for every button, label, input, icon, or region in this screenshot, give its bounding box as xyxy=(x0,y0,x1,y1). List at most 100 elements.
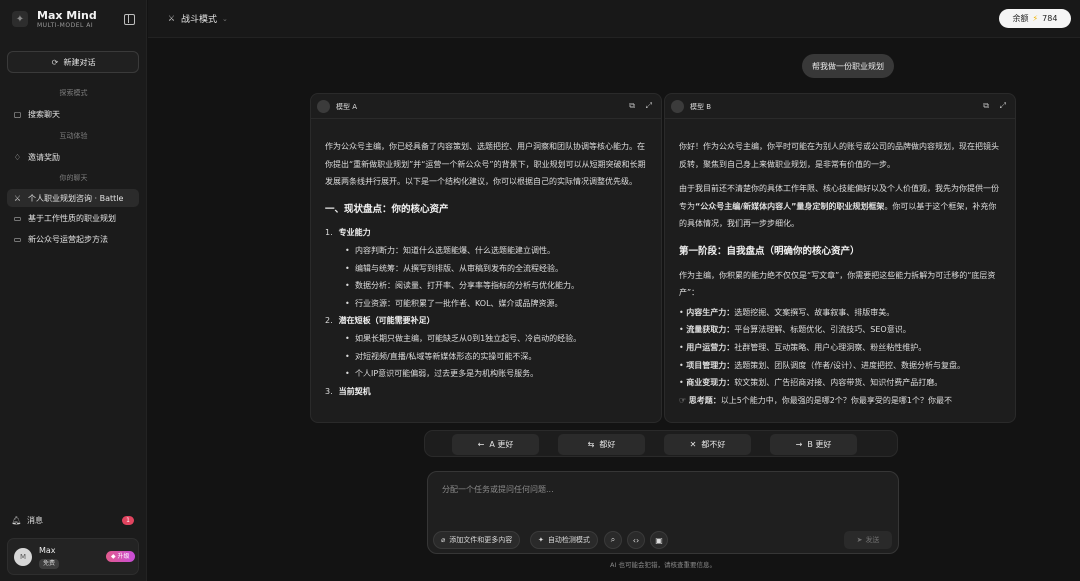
section-chats: 你的聊天 xyxy=(59,174,88,182)
bullet-item: • 项目管理力：选题策划、团队调度（作者/设计）、进度把控、数据分析与复盘。 xyxy=(679,360,965,370)
bullet-value: 选题策划、团队调度（作者/设计）、进度把控、数据分析与复盘。 xyxy=(734,360,965,370)
pointing-hand-icon: ☞ xyxy=(679,395,687,405)
sidebar-item-search-chat[interactable]: ▢ 搜索聊天 xyxy=(7,105,139,123)
vote-both-bad-button[interactable]: ✕ 都不好 xyxy=(664,434,751,455)
item-number: 1. xyxy=(325,228,333,238)
section-heading: 第一阶段：自我盘点（明确你的核心资产） xyxy=(679,245,860,257)
section-explore: 探索模式 xyxy=(59,89,88,97)
item-number: 3. xyxy=(325,386,333,396)
numbered-item: 2. 潜在短板（可能需要补足） xyxy=(325,312,649,330)
vote-b-better-button[interactable]: → B 更好 xyxy=(770,434,857,455)
bullet-value: 社群管理、互动策略、用户心理洞察、粉丝粘性维护。 xyxy=(734,342,927,352)
upgrade-button[interactable]: ◆ 升级 xyxy=(106,551,135,562)
sidebar-chat-item[interactable]: ▭ 基于工作性质的职业规划 xyxy=(7,209,139,227)
think-item: ☞ 思考题：以上5个能力中，你最强的是哪2个？你最享受的是哪1个？你最不 xyxy=(679,392,1003,410)
bullet-key: 项目管理力： xyxy=(686,360,735,370)
new-chat-button[interactable]: ⟳ 新建对话 xyxy=(7,51,139,73)
item-title: 潜在短板（可能需要补足） xyxy=(338,316,435,326)
bullet-item: • 内容生产力：选题挖掘、文案撰写、故事叙事、排版审美。 xyxy=(679,307,895,317)
balance-value: 784 xyxy=(1042,14,1058,23)
bullet-key: 商业变现力： xyxy=(686,378,735,388)
upgrade-label: 升级 xyxy=(117,553,130,560)
panel-title: 模型 A xyxy=(336,103,358,111)
user-plan-badge: 免费 xyxy=(39,559,60,569)
item-title: 当前契机 xyxy=(338,386,371,396)
chat-icon: ▭ xyxy=(13,213,22,223)
vote-bar: ← A 更好 ⇆ 都好 ✕ 都不好 → B 更好 xyxy=(424,430,898,457)
send-button[interactable]: ➤ 发送 xyxy=(844,531,892,549)
item-title: 专业能力 xyxy=(338,228,371,238)
bullet-key: 内容生产力： xyxy=(686,307,735,317)
bullet-item: 行业资源：可能积累了一批作者、KOL、媒介或品牌资源。 xyxy=(325,295,649,313)
brand: ✦ Max Mind MULTI-MODEL AI xyxy=(12,9,97,29)
expand-icon[interactable]: ⤢ xyxy=(1000,101,1006,111)
paperclip-icon: ⌀ xyxy=(441,536,446,544)
chat-item-label: 个人职业规划咨询 · Battle xyxy=(28,193,124,203)
messages-button[interactable]: 🔔︎ 消息 1 xyxy=(11,515,134,526)
arrow-left-icon: ← xyxy=(477,440,485,449)
send-label: 发送 xyxy=(865,536,880,544)
panel-body: 你好！作为公众号主编，你平时可能在为别人的账号或公司的品牌做内容规划，现在把镜头… xyxy=(679,138,1003,409)
mode-label: 战斗模式 xyxy=(181,15,218,25)
vote-label: 都好 xyxy=(599,440,616,449)
section-heading: 一、现状盘点：你的核心资产 xyxy=(325,203,449,215)
bullet-value: 平台算法理解、标题优化、引流技巧、SEO意识。 xyxy=(734,325,911,335)
send-icon: ➤ xyxy=(856,536,863,544)
panel-title: 模型 B xyxy=(690,103,712,111)
bullet-key: 用户运营力： xyxy=(686,342,735,352)
bullet-item: 数据分析：阅读量、打开率、分享率等指标的分析与优化能力。 xyxy=(325,277,649,295)
paragraph: 作为主编，你积累的能力绝不仅仅是“写文章”，你需要把这些能力拆解为可迁移的“底层… xyxy=(679,270,996,298)
sidebar-item-invite[interactable]: ♢ 邀请奖励 xyxy=(7,148,139,166)
prompt-input[interactable]: 分配一个任务或提问任何问题... xyxy=(442,484,554,495)
copy-icon[interactable]: ⧉ xyxy=(629,101,635,111)
item-number: 2. xyxy=(325,316,333,326)
code-icon[interactable]: ‹› xyxy=(627,531,645,549)
bullet-key: 思考题： xyxy=(688,395,721,405)
sidebar-toggle-icon[interactable] xyxy=(124,14,135,25)
sparkle-icon: ✦ xyxy=(538,536,544,544)
chat-icon: ▭ xyxy=(13,234,22,244)
copy-icon[interactable]: ⧉ xyxy=(983,101,989,111)
sidebar: ✦ Max Mind MULTI-MODEL AI ⟳ 新建对话 探索模式 ▢ … xyxy=(0,0,147,581)
chat-item-label: 新公众号运营起步方法 xyxy=(28,234,108,244)
bullet-value: 以上5个能力中，你最强的是哪2个？你最享受的是哪1个？你最不 xyxy=(720,395,952,405)
sidebar-chat-item-active[interactable]: ⚔ 个人职业规划咨询 · Battle xyxy=(7,189,139,207)
disclaimer: AI 也可能会犯错，请核查重要信息。 xyxy=(610,561,716,569)
topbar: ⚔ 战斗模式 ⌄ 余额 ⚡ 784 xyxy=(148,0,1080,38)
model-avatar-icon xyxy=(317,100,330,113)
user-name: Max xyxy=(39,546,56,555)
balance-badge[interactable]: 余额 ⚡ 784 xyxy=(999,9,1071,28)
panel-header: 模型 A ⧉ ⤢ xyxy=(311,94,661,119)
new-chat-label: 新建对话 xyxy=(63,57,96,67)
bullet-item: 对短视频/直播/私域等新媒体形态的实操可能不深。 xyxy=(325,348,649,366)
vote-a-better-button[interactable]: ← A 更好 xyxy=(452,434,539,455)
messages-count-badge: 1 xyxy=(122,516,134,525)
model-avatar-icon xyxy=(671,100,684,113)
bullet-item: • 商业变现力：软文策划、广告招商对接、内容带货、知识付费产品打磨。 xyxy=(679,378,943,388)
paragraph: 由于我目前还不清楚你的具体工作年限、核心技能偏好以及个人价值观，我先为你提供一份… xyxy=(679,180,1003,233)
bullet-item: 如果长期只做主编，可能缺乏从0到1独立起号、冷启动的经验。 xyxy=(325,330,649,348)
user-message-bubble: 帮我做一份职业规划 xyxy=(802,54,894,78)
model-b-panel: 模型 B ⧉ ⤢ 你好！作为公众号主编，你平时可能在为别人的账号或公司的品牌做内… xyxy=(664,93,1016,423)
arrow-right-icon: → xyxy=(795,440,803,449)
search-icon[interactable]: ⌕ xyxy=(604,531,622,549)
user-card[interactable]: M Max 免费 ◆ 升级 xyxy=(7,538,139,575)
numbered-item: 3. 当前契机 xyxy=(325,383,649,401)
vote-both-good-button[interactable]: ⇆ 都好 xyxy=(558,434,645,455)
attach-button[interactable]: ⌀ 添加文件和更多内容 xyxy=(433,531,521,549)
auto-detect-button[interactable]: ✦ 自动检测模式 xyxy=(530,531,598,549)
bullet-value: 软文策划、广告招商对接、内容带货、知识付费产品打磨。 xyxy=(734,378,943,388)
vote-label: A 更好 xyxy=(489,440,514,449)
expand-icon[interactable]: ⤢ xyxy=(646,101,652,111)
vote-label: 都不好 xyxy=(701,440,726,449)
paragraph: 作为公众号主编，你已经具备了内容策划、选题把控、用户洞察和团队协调等核心能力。在… xyxy=(325,142,646,187)
panel-body: 作为公众号主编，你已经具备了内容策划、选题把控、用户洞察和团队协调等核心能力。在… xyxy=(325,138,649,400)
gift-icon: ♢ xyxy=(13,152,22,162)
bell-icon: 🔔︎ xyxy=(11,516,22,525)
mode-selector[interactable]: ⚔ 战斗模式 ⌄ xyxy=(167,12,228,25)
brand-name: Max Mind xyxy=(37,9,97,22)
image-icon[interactable]: ▣ xyxy=(650,531,668,549)
attach-label: 添加文件和更多内容 xyxy=(449,536,513,544)
brand-logo-icon: ✦ xyxy=(12,11,28,27)
sidebar-chat-item[interactable]: ▭ 新公众号运营起步方法 xyxy=(7,230,139,248)
